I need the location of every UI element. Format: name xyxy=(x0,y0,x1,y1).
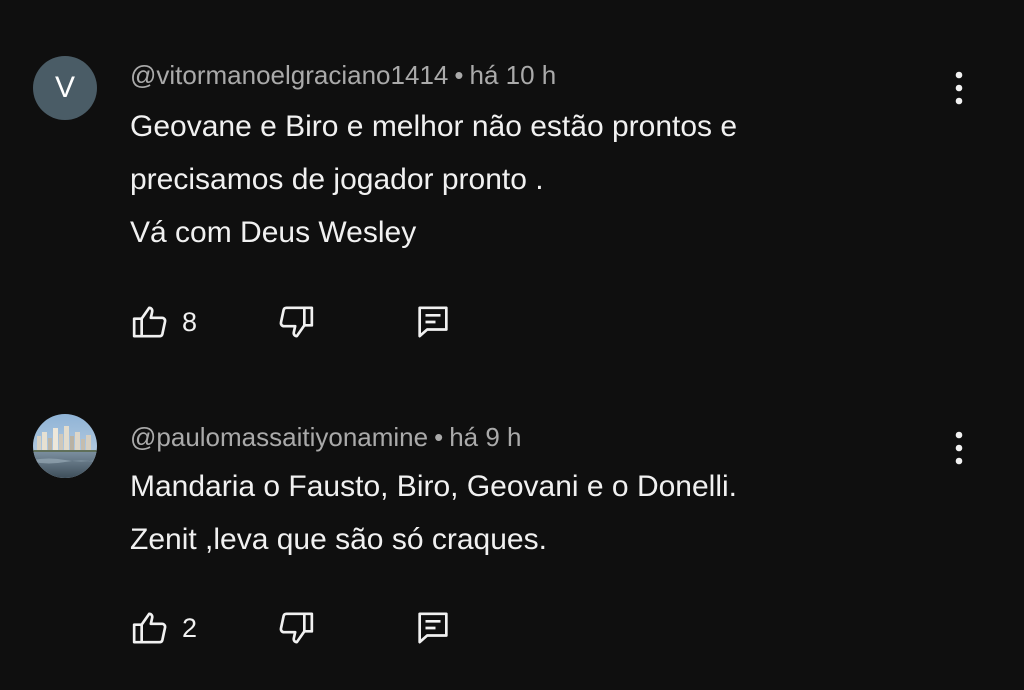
comment-text: Mandaria o Fausto, Biro, Geovani e o Don… xyxy=(130,460,737,566)
author-name[interactable]: @vitormanoelgraciano1414 xyxy=(130,60,448,90)
comment-actions: 2 xyxy=(130,608,470,648)
reply-icon xyxy=(418,306,448,338)
dislike-button[interactable] xyxy=(276,302,316,342)
avatar[interactable]: V xyxy=(33,56,97,120)
meta-separator: • xyxy=(434,422,444,452)
reply-button[interactable] xyxy=(413,608,453,648)
comment-actions: 8 xyxy=(130,302,470,342)
avatar-letter: V xyxy=(54,71,75,104)
avatar-photo xyxy=(33,414,97,478)
reply-icon xyxy=(418,612,448,644)
timestamp[interactable]: há 10 h xyxy=(469,60,556,90)
comment-line: Zenit ,leva que são só craques. xyxy=(130,523,547,556)
comment-line: Mandaria o Fausto, Biro, Geovani e o Don… xyxy=(130,470,737,503)
dislike-button[interactable] xyxy=(276,608,316,648)
more-vert-icon xyxy=(955,431,963,465)
comment-line: Geovane e Biro e melhor não estão pronto… xyxy=(130,110,738,143)
thumbs-down-icon xyxy=(279,306,314,338)
like-count: 2 xyxy=(182,612,198,643)
thumbs-down-icon xyxy=(279,612,314,644)
timestamp[interactable]: há 9 h xyxy=(449,422,521,452)
author-name[interactable]: @paulomassaitiyonamine xyxy=(130,422,428,452)
more-options-button[interactable] xyxy=(944,68,974,108)
thumbs-up-icon xyxy=(132,306,167,338)
like-button[interactable]: 8 xyxy=(130,302,197,342)
meta-separator: • xyxy=(454,60,464,90)
like-button[interactable]: 2 xyxy=(130,608,197,648)
comment-text: Geovane e Biro e melhor não estão pronto… xyxy=(130,100,737,259)
comment-line: precisamos de jogador pronto . xyxy=(130,163,544,196)
like-count: 8 xyxy=(182,306,198,337)
comment-header: @paulomassaitiyonamine • há 9 h xyxy=(130,420,522,454)
thumbs-up-icon xyxy=(132,612,167,644)
more-vert-icon xyxy=(955,71,963,105)
reply-button[interactable] xyxy=(413,302,453,342)
more-options-button[interactable] xyxy=(944,428,974,468)
comments-list: V @vitormanoelgraciano1414 • há 10 h Geova… xyxy=(0,0,1024,690)
avatar[interactable] xyxy=(33,414,97,478)
comment-line: Vá com Deus Wesley xyxy=(130,216,417,249)
comment-header: @vitormanoelgraciano1414 • há 10 h xyxy=(130,58,556,92)
